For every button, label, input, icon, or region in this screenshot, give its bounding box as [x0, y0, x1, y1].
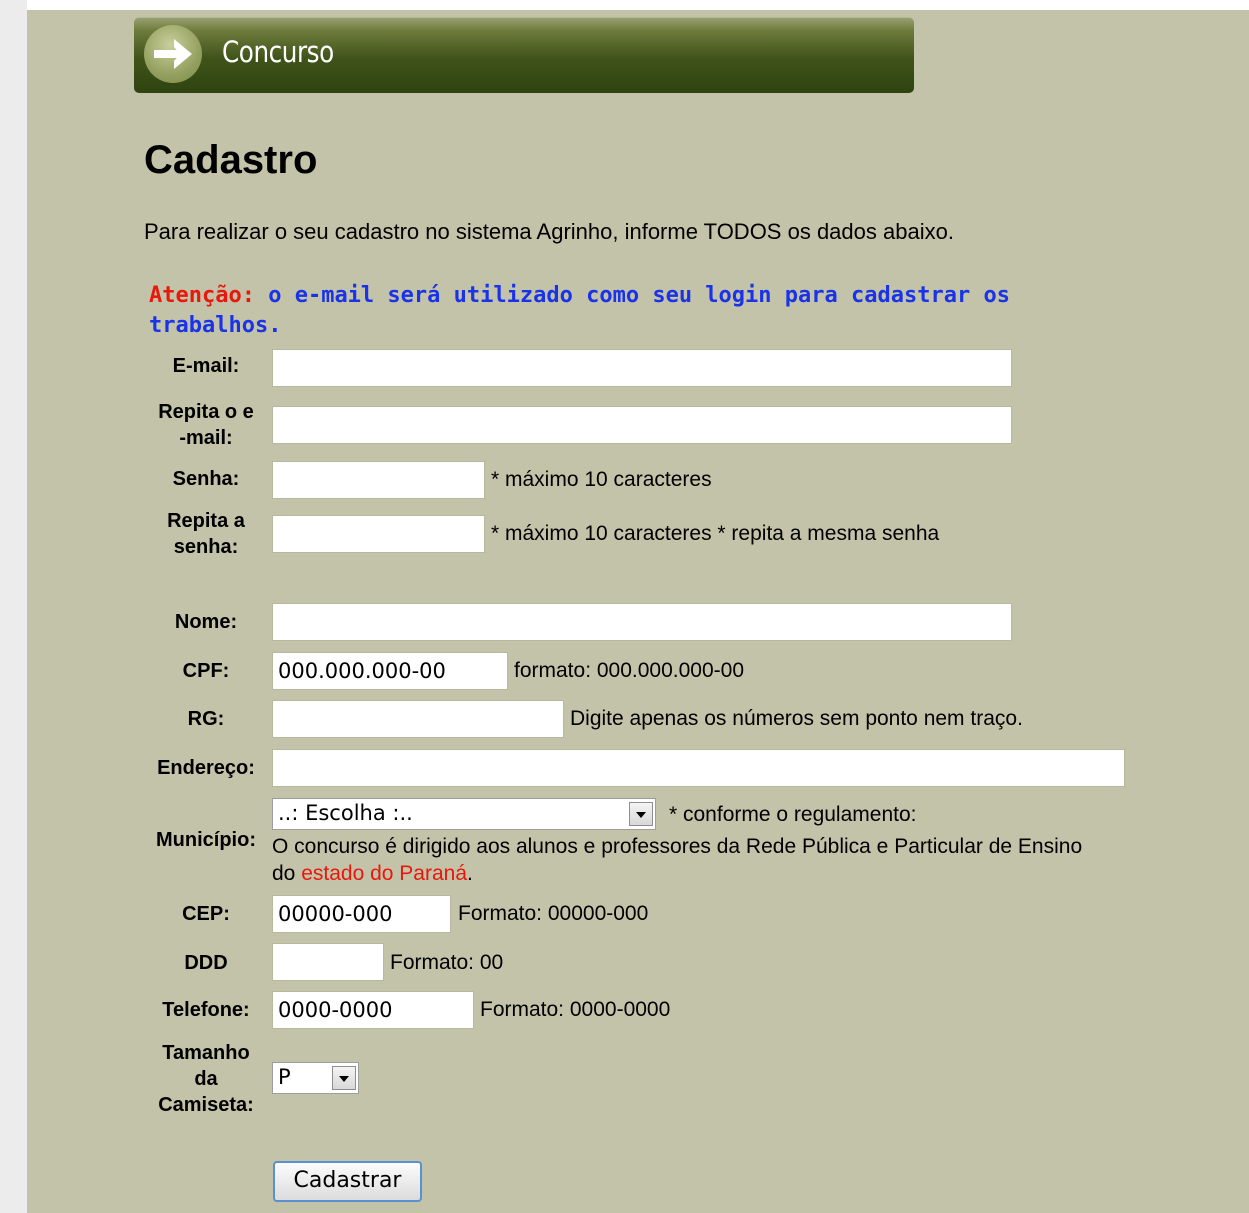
name-field[interactable] — [272, 603, 1012, 641]
rg-note: Digite apenas os números sem ponto nem t… — [570, 707, 1023, 730]
password-repeat-label: Repita a senha: — [167, 510, 245, 558]
municipio-select[interactable]: ..: Escolha :.. — [272, 798, 656, 830]
page-title: Cadastro — [144, 138, 318, 182]
ddd-field[interactable] — [272, 943, 384, 981]
name-label: Nome: — [174, 611, 238, 633]
municipio-selected-value: ..: Escolha :.. — [278, 801, 413, 825]
submit-button[interactable]: Cadastrar — [273, 1161, 422, 1202]
municipio-label: Município: — [156, 829, 256, 851]
section-header: Concurso — [134, 17, 914, 93]
cpf-note: formato: 000.000.000-00 — [514, 659, 744, 682]
ddd-note: Formato: 00 — [390, 951, 504, 974]
shirt-size-selected-value: P — [278, 1065, 291, 1089]
email-repeat-label: Repita o e -mail: — [158, 401, 254, 449]
attention-text: o e-mail será utilizado como seu login p… — [149, 283, 1010, 338]
shirt-size-label: Tamanho da Camiseta: — [158, 1042, 254, 1116]
password-repeat-note: * máximo 10 caracteres * repita a mesma … — [491, 522, 940, 545]
phone-note: Formato: 0000-0000 — [480, 998, 671, 1021]
ddd-label: DDD — [184, 952, 228, 974]
phone-field[interactable]: 0000-0000 — [272, 991, 474, 1029]
attention-notice: Atenção: o e-mail será utilizado como se… — [149, 281, 1109, 341]
phone-label: Telefone: — [162, 999, 250, 1021]
password-label: Senha: — [172, 468, 240, 490]
chevron-down-icon[interactable] — [332, 1066, 356, 1090]
section-title: Concurso — [222, 35, 334, 69]
address-field[interactable] — [272, 749, 1125, 787]
municipio-info: O concurso é dirigido aos alunos e profe… — [272, 835, 1083, 885]
cep-note: Formato: 00000-000 — [458, 902, 649, 925]
shirt-size-select[interactable]: P — [272, 1062, 359, 1094]
top-strip — [27, 0, 1249, 10]
attention-label: Atenção: — [149, 283, 255, 308]
cpf-field[interactable]: 000.000.000-00 — [272, 652, 508, 690]
password-note: * máximo 10 caracteres — [491, 468, 712, 491]
cep-field[interactable]: 00000-000 — [272, 895, 451, 933]
address-label: Endereço: — [157, 757, 255, 779]
email-label: E-mail: — [172, 355, 240, 377]
state-highlight: estado do Paraná — [301, 862, 467, 885]
password-field[interactable] — [272, 461, 485, 499]
password-repeat-field[interactable] — [272, 515, 485, 553]
municipio-note: * conforme o regulamento: — [669, 803, 917, 826]
email-repeat-field[interactable] — [272, 406, 1012, 444]
rg-field[interactable] — [272, 700, 564, 738]
intro-text: Para realizar o seu cadastro no sistema … — [144, 219, 954, 244]
cep-label: CEP: — [182, 903, 230, 925]
rg-label: RG: — [187, 708, 225, 730]
cpf-label: CPF: — [182, 660, 230, 682]
chevron-down-icon[interactable] — [629, 802, 653, 826]
arrow-right-icon — [144, 25, 202, 83]
email-field[interactable] — [272, 349, 1012, 387]
